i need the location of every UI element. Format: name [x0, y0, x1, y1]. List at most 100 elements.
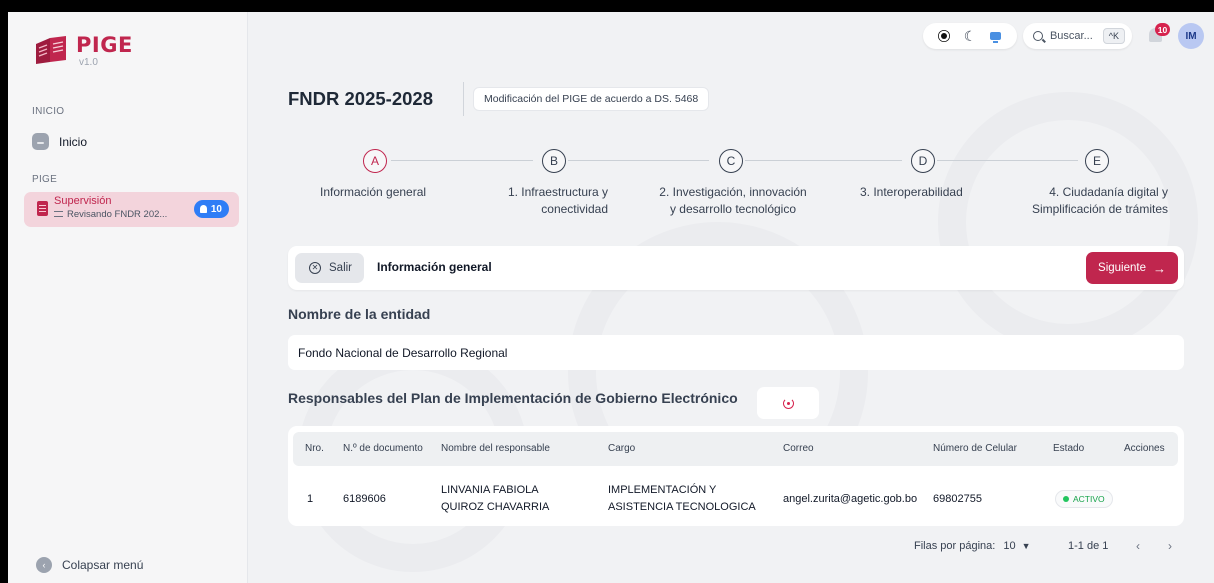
sidebar: PIGE v1.0 INICIO Inicio PIGE Supervisión…	[8, 12, 248, 583]
step-label-c: 2. Investigación, innovación y desarrollo…	[654, 184, 812, 218]
column-header: Estado	[1053, 443, 1085, 454]
step-connector	[937, 160, 1078, 161]
column-header: Número de Celular	[933, 443, 1017, 454]
prev-page-button[interactable]: ‹	[1136, 539, 1140, 553]
exit-button[interactable]: ✕ Salir	[295, 253, 365, 283]
step-a[interactable]: A	[363, 149, 387, 173]
badge-count: 10	[210, 203, 222, 215]
step-connector	[745, 160, 902, 161]
cell-celular: 69802755	[933, 493, 982, 505]
next-label: Siguiente	[1098, 262, 1146, 274]
page-range: 1-1 de 1	[1068, 540, 1109, 552]
entity-heading: Nombre de la entidad	[288, 306, 431, 322]
step-label-e: 4. Ciudadanía digital y Simplificación de…	[1008, 184, 1168, 218]
refresh-button[interactable]	[757, 387, 819, 419]
cell-documento: 6189606	[343, 493, 386, 505]
exit-label: Salir	[329, 262, 353, 274]
description-chip: Modificación del PIGE de acuerdo a DS. 5…	[473, 87, 710, 111]
rows-per-page: Filas por página: 10 ▼	[914, 540, 1031, 552]
step-label-b: 1. Infraestructura y conectividad	[478, 184, 608, 218]
entity-name-field: Fondo Nacional de Desarrollo Regional	[288, 335, 1184, 370]
section-label-pige: PIGE	[32, 174, 58, 185]
column-header: N.º de documento	[343, 443, 423, 454]
moon-icon: ☾	[963, 27, 977, 44]
step-connector	[391, 160, 533, 161]
cell-nombre-line1: LINVANIA FABIOLA	[441, 484, 539, 496]
step-label-c-line1: 2. Investigación, innovación	[659, 185, 807, 199]
status-badge: ACTIVO	[1055, 490, 1113, 508]
step-label-a: Información general	[320, 185, 427, 199]
column-header: Nombre del responsable	[441, 443, 550, 454]
search-placeholder: Buscar...	[1049, 30, 1093, 42]
cell-nombre-line2: QUIROZ CHAVARRIA	[441, 501, 550, 513]
search-icon	[1032, 31, 1043, 41]
toolbar-title: Información general	[377, 260, 492, 274]
sidebar-item-label: Inicio	[59, 134, 88, 149]
page-title: FNDR 2025-2028	[288, 88, 433, 109]
light-theme-button[interactable]	[931, 26, 957, 46]
system-theme-button[interactable]	[983, 26, 1009, 46]
step-d[interactable]: D	[911, 149, 935, 173]
refresh-icon	[782, 397, 794, 409]
column-header: Correo	[783, 443, 814, 454]
step-b[interactable]: B	[542, 149, 566, 173]
shortcut-hint: ^K	[1102, 28, 1125, 44]
app-window: PIGE v1.0 INICIO Inicio PIGE Supervisión…	[8, 12, 1214, 583]
document-icon	[37, 201, 48, 216]
next-page-button[interactable]: ›	[1168, 539, 1172, 553]
step-label-e-line2: Simplificación de trámites	[1031, 202, 1168, 216]
sun-icon	[940, 33, 947, 39]
form-toolbar: ✕ Salir Información general Siguiente →	[288, 246, 1184, 290]
column-header: Nro.	[305, 443, 324, 454]
cell-nro: 1	[307, 493, 314, 505]
collapse-menu-button[interactable]: ‹ Colapsar menú	[36, 557, 143, 573]
avatar[interactable]: IM	[1178, 23, 1204, 49]
search-button[interactable]: Buscar... ^K	[1022, 23, 1132, 49]
rows-per-page-value: 10	[1003, 540, 1016, 552]
count-badge: 10	[193, 200, 229, 218]
close-circle-icon: ✕	[309, 262, 321, 274]
theme-switcher: ☾	[922, 23, 1017, 49]
sidebar-item-inicio[interactable]: Inicio	[32, 133, 87, 150]
step-connector	[568, 160, 709, 161]
step-e[interactable]: E	[1085, 149, 1109, 173]
next-button[interactable]: Siguiente →	[1086, 252, 1178, 284]
cell-nombre: LINVANIA FABIOLA QUIROZ CHAVARRIA	[441, 482, 549, 516]
status-label: ACTIVO	[1073, 494, 1105, 504]
notifications-button[interactable]: 10	[1142, 23, 1170, 49]
step-c[interactable]: C	[719, 149, 743, 173]
sidebar-item-sublabel: Revisando FNDR 202...	[54, 209, 167, 220]
step-label-b-line1: 1. Infraestructura y	[507, 185, 608, 199]
bell-icon	[199, 205, 207, 213]
monitor-icon	[990, 32, 1002, 43]
dark-theme-button[interactable]: ☾	[957, 26, 983, 46]
responsables-table: Nro. N.º de documento Nombre del respons…	[288, 426, 1184, 526]
column-header: Acciones	[1124, 443, 1165, 454]
book-logo-icon	[36, 36, 66, 64]
step-label-d: 3. Interoperabilidad	[860, 185, 963, 199]
rows-per-page-label: Filas por página:	[914, 540, 996, 552]
rows-per-page-select[interactable]: 10 ▼	[1003, 540, 1030, 552]
status-dot	[1063, 496, 1069, 502]
responsables-heading: Responsables del Plan de Implementación …	[288, 390, 738, 406]
home-icon	[32, 133, 49, 150]
step-label-e-line1: 4. Ciudadanía digital y	[1049, 185, 1168, 199]
app-version: v1.0	[79, 57, 98, 68]
chevron-left-icon: ‹	[36, 557, 52, 573]
sidebar-item-supervision[interactable]: Supervisión Revisando FNDR 202... 10	[24, 192, 239, 227]
step-label-b-line2: conectividad	[541, 202, 608, 216]
list-icon	[54, 211, 63, 217]
notification-count: 10	[1155, 23, 1170, 36]
section-label-inicio: INICIO	[32, 106, 65, 117]
arrow-right-icon: →	[1153, 260, 1166, 276]
cell-cargo-line2: ASISTENCIA TECNOLOGICA	[608, 501, 756, 513]
column-header: Cargo	[608, 443, 636, 454]
background-decoration	[938, 92, 1198, 352]
title-divider	[463, 82, 464, 116]
cell-correo: angel.zurita@agetic.gob.bo	[783, 493, 918, 505]
collapse-label: Colapsar menú	[62, 558, 144, 572]
step-label-c-line2: y desarrollo tecnológico	[669, 202, 797, 216]
app-logo[interactable]: PIGE v1.0	[34, 34, 133, 68]
caret-down-icon: ▼	[1021, 541, 1031, 551]
cell-cargo: IMPLEMENTACIÓN Y ASISTENCIA TECNOLOGICA	[608, 482, 756, 516]
